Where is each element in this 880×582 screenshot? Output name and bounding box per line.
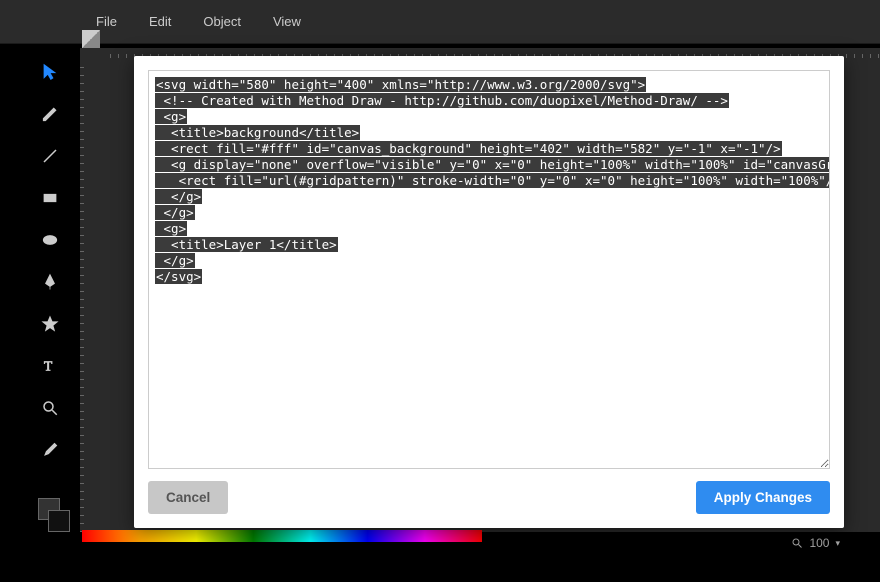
menu-view[interactable]: View <box>257 10 317 33</box>
pen-tool[interactable] <box>38 270 62 294</box>
menubar: File Edit Object View <box>0 0 880 44</box>
line-tool[interactable] <box>38 144 62 168</box>
zoom-label: 100 <box>809 536 829 550</box>
zoom-icon <box>791 537 803 549</box>
toolbar: T <box>30 60 70 462</box>
menu-object[interactable]: Object <box>187 10 257 33</box>
menu-edit[interactable]: Edit <box>133 10 187 33</box>
zoom-chevron-icon: ▾ <box>835 538 840 549</box>
eyedropper-tool[interactable] <box>38 438 62 462</box>
color-strip[interactable] <box>82 530 482 542</box>
zoom-tool[interactable] <box>38 396 62 420</box>
apply-changes-button[interactable]: Apply Changes <box>696 481 830 514</box>
rect-tool[interactable] <box>38 186 62 210</box>
svg-text:T: T <box>44 359 53 374</box>
ruler-vertical <box>80 60 84 532</box>
zoom-indicator[interactable]: 100 ▾ <box>791 536 840 550</box>
pencil-tool[interactable] <box>38 102 62 126</box>
star-tool[interactable] <box>38 312 62 336</box>
cancel-button[interactable]: Cancel <box>148 481 228 514</box>
source-dialog: <svg width="580" height="400" xmlns="htt… <box>134 56 844 528</box>
app-logo <box>82 30 100 48</box>
pointer-tool[interactable] <box>38 60 62 84</box>
svg-source-textarea[interactable]: <svg width="580" height="400" xmlns="htt… <box>148 70 830 469</box>
ellipse-tool[interactable] <box>38 228 62 252</box>
stroke-swatch[interactable] <box>48 510 70 532</box>
dialog-buttons: Cancel Apply Changes <box>148 469 830 514</box>
text-tool[interactable]: T <box>38 354 62 378</box>
